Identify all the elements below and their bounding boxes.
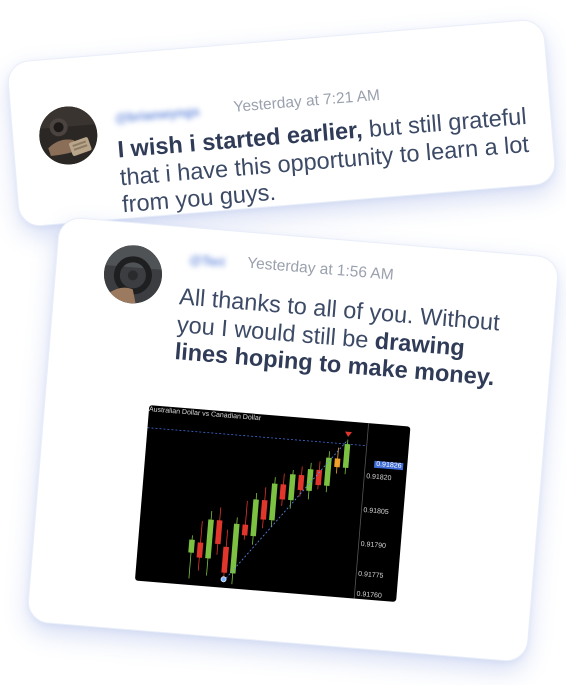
- avatar-photo: [101, 243, 165, 306]
- current-price-line: [147, 427, 367, 447]
- exit-marker: [345, 431, 353, 437]
- review-message: All thanks to all of you. Without you I …: [174, 283, 510, 393]
- candle-body: [269, 483, 278, 521]
- avatar: [37, 104, 100, 167]
- review-card-1: @brianwyngs Yesterday at 7:21 AM I wish …: [6, 18, 557, 228]
- candle-body: [215, 520, 223, 545]
- username[interactable]: @Teri: [189, 252, 226, 270]
- candle-body: [188, 539, 195, 553]
- candle-body: [205, 519, 214, 559]
- username[interactable]: @brianwyngs: [114, 104, 200, 126]
- candle-body: [229, 523, 240, 574]
- candle-body: [288, 474, 296, 501]
- avatar: [101, 243, 165, 306]
- candle-body: [334, 458, 341, 468]
- candle-body: [306, 469, 314, 492]
- candle-body: [323, 457, 332, 486]
- timestamp: Yesterday at 1:56 AM: [246, 254, 395, 284]
- candle-body: [297, 474, 305, 491]
- chart-screenshot: Australian Dollar vs Canadian Dollar 0.9…: [134, 405, 411, 602]
- candle-body: [250, 499, 259, 537]
- candle-body: [342, 443, 351, 469]
- candle-body: [196, 542, 204, 558]
- testimonials-stage: @brianwyngs Yesterday at 7:21 AM I wish …: [0, 0, 566, 685]
- review-card-2: @Teri Yesterday at 1:56 AM All thanks to…: [26, 216, 560, 663]
- candle-body: [279, 484, 287, 500]
- candle-body: [260, 499, 268, 520]
- candle-body: [221, 546, 229, 573]
- timestamp: Yesterday at 7:21 AM: [232, 86, 381, 116]
- entry-marker: [220, 576, 227, 583]
- candle-body: [241, 524, 249, 536]
- avatar-photo: [37, 104, 100, 167]
- candle-body: [315, 469, 323, 486]
